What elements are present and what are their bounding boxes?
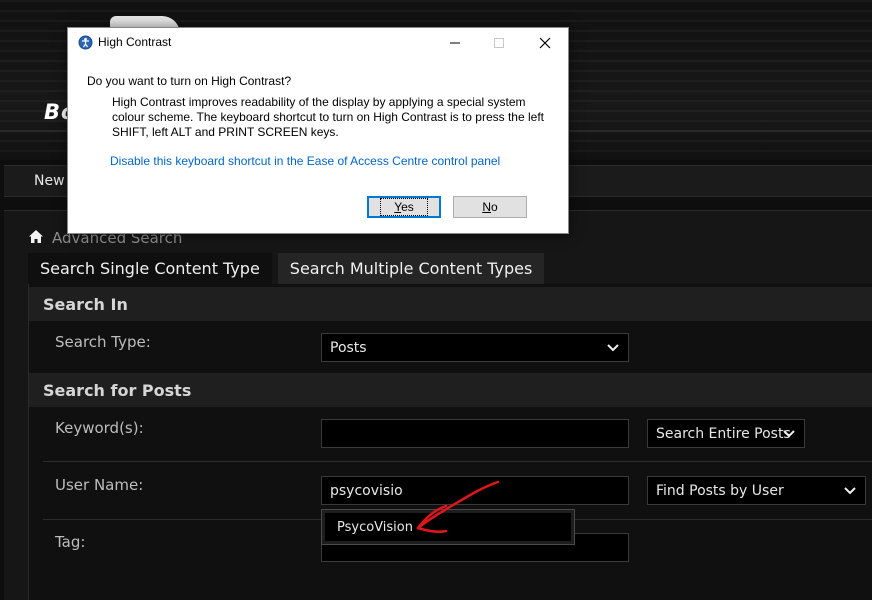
disable-shortcut-link[interactable]: Disable this keyboard shortcut in the Ea… bbox=[110, 154, 500, 168]
minimize-icon[interactable] bbox=[432, 28, 478, 58]
keywords-scope-select[interactable]: Search Entire Posts bbox=[647, 419, 805, 448]
row-divider bbox=[43, 461, 872, 462]
dialog-description: High Contrast improves readability of th… bbox=[112, 95, 544, 139]
maximize-icon bbox=[476, 28, 522, 58]
keywords-label: Keyword(s): bbox=[55, 419, 144, 437]
yes-button[interactable]: Yes bbox=[367, 196, 441, 218]
search-tabs: Search Single Content Type Search Multip… bbox=[28, 253, 545, 284]
search-type-select[interactable]: Posts bbox=[321, 333, 629, 362]
keywords-scope-value: Search Entire Posts bbox=[656, 425, 791, 442]
search-type-label: Search Type: bbox=[55, 333, 151, 351]
dialog-title: High Contrast bbox=[98, 35, 172, 49]
username-input[interactable]: psycovisio bbox=[321, 476, 629, 505]
dialog-body: Do you want to turn on High Contrast? Hi… bbox=[68, 58, 568, 233]
keywords-input[interactable] bbox=[321, 419, 629, 448]
username-label: User Name: bbox=[55, 476, 144, 494]
tag-label: Tag: bbox=[55, 533, 86, 551]
dialog-titlebar[interactable]: High Contrast bbox=[68, 28, 568, 58]
section-search-for-posts: Search for Posts bbox=[29, 373, 872, 407]
chevron-down-icon bbox=[843, 483, 857, 501]
high-contrast-dialog: High Contrast Do you want to turn on Hig… bbox=[67, 27, 569, 234]
section-search-in: Search In bbox=[29, 287, 872, 321]
chevron-down-icon bbox=[782, 426, 796, 444]
username-autocomplete: PsycoVision bbox=[321, 509, 575, 545]
no-button-label: No bbox=[482, 200, 498, 214]
tab-single-content-type[interactable]: Search Single Content Type bbox=[28, 253, 272, 284]
search-type-value: Posts bbox=[330, 339, 367, 356]
chevron-down-icon bbox=[606, 340, 620, 358]
nav-new-link[interactable]: New bbox=[34, 173, 65, 189]
home-icon[interactable] bbox=[28, 229, 44, 248]
dialog-question: Do you want to turn on High Contrast? bbox=[87, 74, 292, 88]
yes-button-label: Yes bbox=[380, 198, 428, 216]
close-icon[interactable] bbox=[522, 28, 568, 58]
ease-of-access-icon bbox=[78, 35, 93, 50]
username-mode-value: Find Posts by User bbox=[656, 482, 784, 499]
tab-multiple-content-types[interactable]: Search Multiple Content Types bbox=[277, 253, 545, 284]
username-mode-select[interactable]: Find Posts by User bbox=[647, 476, 866, 505]
autocomplete-suggestion[interactable]: PsycoVision bbox=[325, 513, 571, 541]
no-button[interactable]: No bbox=[453, 196, 527, 218]
